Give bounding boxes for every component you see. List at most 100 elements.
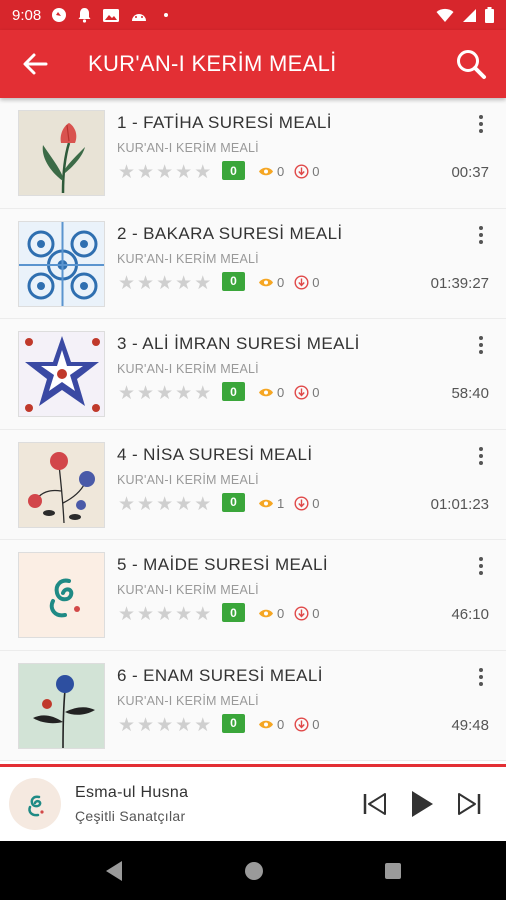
item-title: 6 - ENAM SURESİ MEALİ (117, 665, 323, 685)
list-item[interactable]: 3 - ALİ İMRAN SURESİ MEALİ KUR'AN-I KERİ… (0, 319, 506, 430)
search-button[interactable] (436, 30, 506, 98)
download-icon (294, 606, 309, 621)
star-icon: ★ (137, 383, 155, 404)
item-subtitle: KUR'AN-I KERİM MEALİ (117, 141, 259, 155)
nav-recents-icon[interactable] (384, 862, 402, 880)
dot-icon (164, 13, 169, 17)
list-item[interactable]: 6 - ENAM SURESİ MEALİ KUR'AN-I KERİM MEA… (0, 650, 506, 761)
nav-home-icon[interactable] (244, 861, 264, 881)
battery-icon (485, 7, 494, 23)
download-count: 0 (312, 164, 320, 179)
star-icon: ★ (137, 714, 155, 736)
star-icon: ★ (194, 272, 212, 294)
eye-icon (259, 167, 273, 176)
nav-back-icon[interactable] (104, 860, 124, 882)
sync-icon (52, 8, 67, 22)
more-options-button[interactable] (474, 554, 488, 578)
rating-badge: 0 (222, 713, 245, 733)
back-button[interactable] (0, 30, 70, 98)
rating-stars[interactable]: ★ ★ ★ ★ ★ (118, 161, 211, 184)
arrow-back-icon (23, 53, 48, 75)
wifi-icon (436, 8, 454, 22)
more-options-button[interactable] (474, 112, 488, 136)
item-title: 5 - MAİDE SURESİ MEALİ (117, 555, 328, 574)
item-duration: 01:39:27 (430, 274, 489, 292)
list-item[interactable]: 2 - BAKARA SURESİ MEALİ KUR'AN-I KERİM M… (0, 208, 506, 319)
skip-next-icon[interactable] (456, 792, 482, 816)
status-time: 9:08 (12, 6, 42, 24)
more-options-button[interactable] (474, 444, 488, 468)
more-options-button[interactable] (474, 223, 488, 247)
calligraphy-thumbnail (18, 552, 105, 638)
list-item[interactable]: 5 - MAİDE SURESİ MEALİ KUR'AN-I KERİM ME… (0, 540, 506, 651)
star-icon: ★ (194, 604, 212, 625)
item-title: 4 - NİSA SURESİ MEALİ (117, 444, 313, 464)
star-icon: ★ (137, 493, 155, 515)
download-count: 0 (312, 385, 320, 400)
star-icon: ★ (156, 272, 174, 294)
download-icon (294, 164, 309, 179)
star-icon: ★ (175, 162, 193, 183)
star-icon: ★ (118, 383, 136, 404)
rating-badge: 0 (222, 492, 245, 512)
android-icon (132, 14, 147, 21)
app-bar: KUR'AN-I KERİM MEALİ (0, 30, 506, 98)
view-count: 1 (277, 495, 285, 511)
play-icon[interactable] (410, 790, 434, 818)
rating-stars[interactable]: ★ ★ ★ ★ ★ (118, 493, 211, 516)
mini-player[interactable]: Esma-ul Husna Çeşitli Sanatçılar (0, 764, 506, 841)
star-icon: ★ (175, 383, 193, 404)
item-subtitle: KUR'AN-I KERİM MEALİ (117, 251, 259, 266)
star-icon: ★ (175, 714, 193, 736)
more-options-button[interactable] (474, 665, 488, 689)
star-icon: ★ (156, 383, 174, 404)
download-count: 0 (312, 606, 320, 621)
download-icon (294, 716, 309, 732)
eye-icon (259, 499, 273, 507)
more-options-button[interactable] (474, 333, 488, 357)
download-icon (294, 274, 309, 290)
rating-stars[interactable]: ★ ★ ★ ★ ★ (118, 272, 211, 295)
rating-badge: 0 (222, 382, 245, 401)
list-item[interactable]: 1 - FATİHA SURESİ MEALİ KUR'AN-I KERİM M… (0, 98, 506, 209)
star-icon: ★ (175, 272, 193, 294)
download-count: 0 (312, 716, 320, 732)
blue-tile-thumbnail (18, 220, 105, 307)
item-title: 2 - BAKARA SURESİ MEALİ (117, 223, 343, 243)
rating-stars[interactable]: ★ ★ ★ ★ ★ (118, 382, 211, 405)
star-icon: ★ (175, 493, 193, 515)
rating-badge: 0 (222, 603, 245, 622)
star-icon: ★ (156, 604, 174, 625)
signal-icon (463, 8, 476, 22)
view-count: 0 (277, 164, 285, 179)
notification-bell-icon (78, 8, 91, 23)
star-icon: ★ (194, 383, 212, 404)
player-title: Esma-ul Husna (75, 784, 189, 801)
download-count: 0 (312, 274, 320, 290)
view-count: 0 (277, 385, 285, 400)
item-subtitle: KUR'AN-I KERİM MEALİ (117, 693, 259, 708)
flowers-thumbnail (18, 441, 105, 528)
sure-list[interactable]: 1 - FATİHA SURESİ MEALİ KUR'AN-I KERİM M… (0, 98, 506, 764)
eye-icon (259, 609, 273, 618)
image-icon (103, 8, 120, 22)
star-icon: ★ (118, 162, 136, 183)
rating-stars[interactable]: ★ ★ ★ ★ ★ (118, 714, 211, 737)
blue-flower-thumbnail (18, 662, 105, 749)
system-nav-bar (0, 841, 506, 900)
list-item[interactable]: 4 - NİSA SURESİ MEALİ KUR'AN-I KERİM MEA… (0, 429, 506, 540)
view-count: 0 (277, 606, 285, 621)
item-duration: 58:40 (451, 385, 489, 402)
skip-previous-icon[interactable] (362, 792, 388, 816)
item-duration: 00:37 (451, 164, 489, 181)
download-icon (294, 495, 309, 511)
item-title: 3 - ALİ İMRAN SURESİ MEALİ (117, 334, 360, 353)
search-icon (457, 50, 486, 79)
star-icon: ★ (156, 714, 174, 736)
download-count: 0 (312, 495, 320, 511)
download-icon (294, 385, 309, 400)
rating-stars[interactable]: ★ ★ ★ ★ ★ (118, 603, 211, 626)
tulip-thumbnail (18, 110, 105, 196)
star-icon: ★ (118, 714, 136, 736)
star-icon: ★ (194, 162, 212, 183)
